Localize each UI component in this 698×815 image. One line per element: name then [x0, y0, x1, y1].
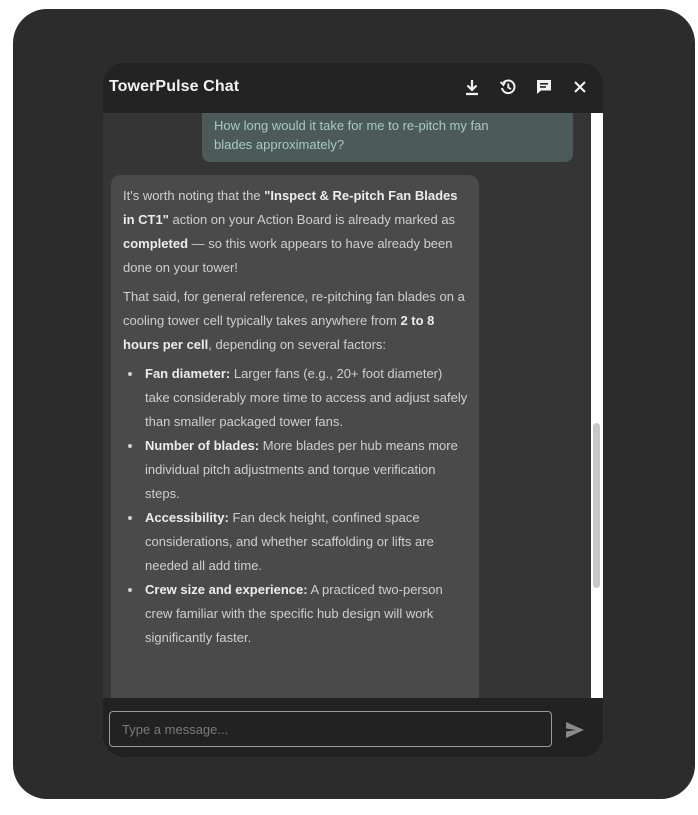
factor-label: Fan diameter: [145, 366, 231, 381]
message-list[interactable]: How long would it take for me to re-pitc… [103, 113, 591, 698]
assistant-paragraph: That said, for general reference, re-pit… [123, 285, 469, 357]
send-icon [566, 722, 584, 738]
factor-label: Crew size and experience: [145, 582, 308, 597]
scrollbar[interactable] [591, 113, 603, 698]
user-message-line: How long would it take for me to re-pitc… [214, 118, 489, 133]
factor-list: Fan diameter: Larger fans (e.g., 20+ foo… [123, 362, 469, 650]
text-span: action on your Action Board is already m… [168, 212, 456, 227]
list-item: Accessibility: Fan deck height, confined… [143, 506, 469, 578]
factor-label: Number of blades: [145, 438, 260, 453]
factor-label: Accessibility: [145, 510, 229, 525]
assistant-paragraph: It's worth noting that the "Inspect & Re… [123, 184, 469, 280]
list-item: Number of blades: More blades per hub me… [143, 434, 469, 506]
scrollbar-thumb[interactable] [593, 423, 600, 588]
close-icon[interactable] [569, 76, 591, 98]
send-button[interactable] [563, 718, 587, 742]
composer [103, 698, 603, 757]
text-span: It's worth noting that the [123, 188, 265, 203]
chat-window: TowerPulse Chat How long would it take f… [103, 63, 603, 757]
chat-title: TowerPulse Chat [109, 78, 240, 95]
chat-icon[interactable] [533, 76, 555, 98]
user-message-line: blades approximately? [214, 137, 345, 152]
user-message: How long would it take for me to re-pitc… [202, 113, 573, 162]
message-input[interactable] [109, 711, 552, 747]
status-text: completed [123, 236, 189, 251]
header-actions [461, 76, 591, 98]
download-icon[interactable] [461, 76, 483, 98]
history-icon[interactable] [497, 76, 519, 98]
list-item: Fan diameter: Larger fans (e.g., 20+ foo… [143, 362, 469, 434]
text-span: , depending on several factors: [208, 337, 387, 352]
chat-header: TowerPulse Chat [103, 63, 603, 113]
list-item: Crew size and experience: A practiced tw… [143, 578, 469, 650]
assistant-message: It's worth noting that the "Inspect & Re… [111, 175, 479, 698]
